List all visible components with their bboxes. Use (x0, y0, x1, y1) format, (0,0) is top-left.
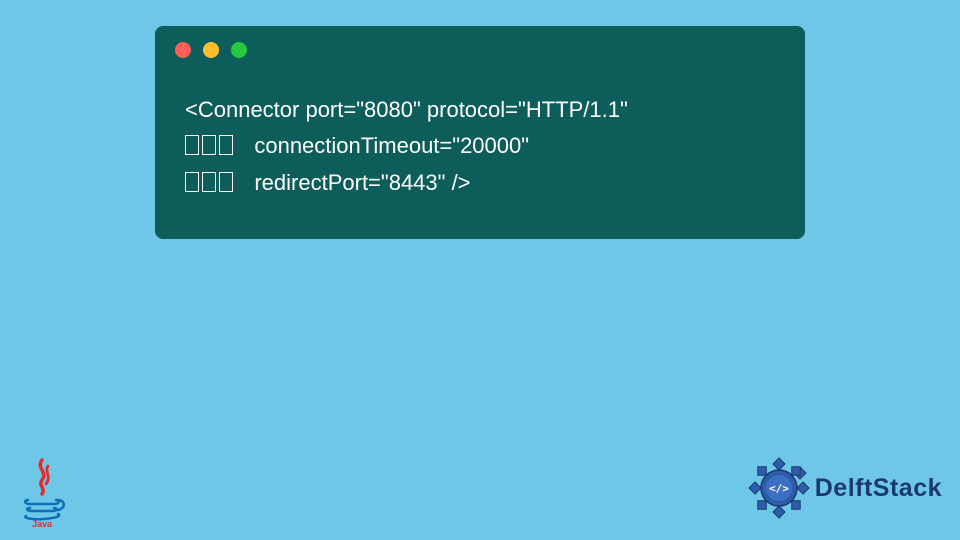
delftstack-text: DelftStack (815, 474, 942, 503)
delftstack-logo-icon: </> (747, 456, 811, 520)
java-label-text: Java (32, 519, 53, 528)
code-line-2: connectionTimeout="20000" (254, 133, 529, 158)
code-window: <Connector port="8080" protocol="HTTP/1.… (155, 26, 805, 239)
window-controls (155, 26, 805, 68)
tofu-glyph (202, 135, 216, 155)
svg-text:</>: </> (769, 482, 789, 495)
delftstack-badge: </> DelftStack (747, 456, 942, 520)
minimize-icon (203, 42, 219, 58)
tofu-glyph (202, 172, 216, 192)
code-block: <Connector port="8080" protocol="HTTP/1.… (155, 68, 805, 211)
tofu-glyph (219, 135, 233, 155)
tofu-glyph (185, 172, 199, 192)
java-logo-icon: Java (16, 456, 68, 528)
tofu-glyph (185, 135, 199, 155)
code-line-3: redirectPort="8443" /> (254, 170, 470, 195)
tofu-glyph (219, 172, 233, 192)
maximize-icon (231, 42, 247, 58)
code-line-1: <Connector port="8080" protocol="HTTP/1.… (185, 97, 628, 122)
close-icon (175, 42, 191, 58)
